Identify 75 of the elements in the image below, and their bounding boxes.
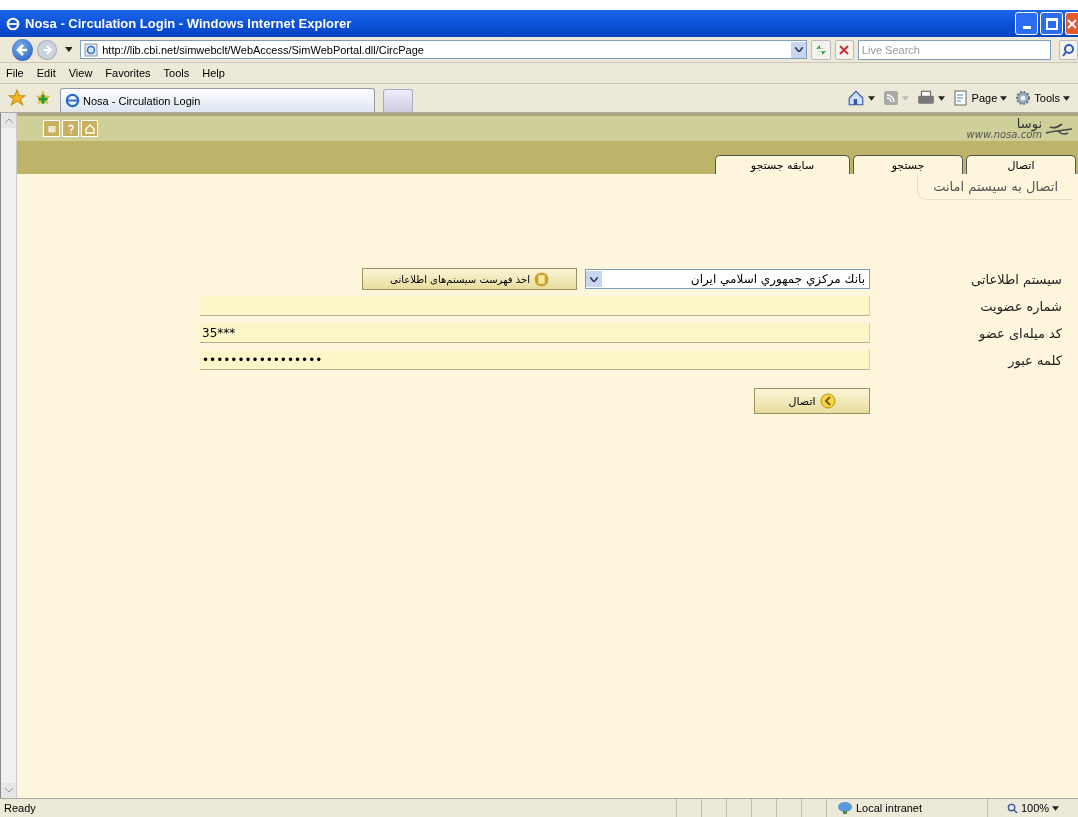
address-field[interactable]: http://lib.cbi.net/simwebclt/WebAccess/SimWebPortal.dll/CircPage <box>80 40 808 59</box>
close-button[interactable] <box>1065 12 1078 35</box>
browser-logo-icon <box>6 16 20 31</box>
magnifier-icon <box>1006 802 1018 814</box>
site-tab[interactable]: سابقه جستجو <box>715 155 850 174</box>
intranet-icon <box>837 801 853 815</box>
field-label: شماره عضویت <box>979 298 1062 314</box>
caret-icon <box>937 95 945 101</box>
star-icon[interactable] <box>8 89 26 107</box>
zone-text: Local intranet <box>856 802 923 814</box>
document-icon <box>952 90 969 106</box>
search-icon <box>1061 42 1076 57</box>
forward-button[interactable] <box>37 39 57 60</box>
help-icon[interactable] <box>62 120 79 137</box>
arrow-left-icon <box>819 393 836 409</box>
tools-menu[interactable]: Tools <box>1015 90 1070 106</box>
status-text: Ready <box>3 802 37 814</box>
menu-item[interactable]: Tools <box>163 67 190 79</box>
search-field[interactable]: Live Search <box>857 39 1051 60</box>
browser-tab[interactable]: Nosa - Circulation Login <box>60 88 375 112</box>
menu-item[interactable]: View <box>68 67 93 79</box>
dropdown-button[interactable] <box>791 41 807 58</box>
logo-url: www.nosa.com <box>966 130 1042 140</box>
zoom-button[interactable]: 100% <box>987 799 1078 817</box>
add-favorite-icon[interactable] <box>34 89 52 107</box>
window-title: Nosa - Circulation Login - Windows Internet Explorer <box>25 16 353 31</box>
menu-item[interactable]: Help <box>202 67 225 79</box>
menu-item[interactable]: Edit <box>36 67 56 79</box>
connect-button[interactable]: اتصال <box>754 388 870 414</box>
chevron-down-icon <box>590 276 598 282</box>
print-button[interactable] <box>916 89 945 107</box>
page-title: اتصال به سیستم امانت <box>917 174 1073 200</box>
caret-icon <box>1052 805 1060 811</box>
house-icon <box>846 89 865 107</box>
home-icon[interactable] <box>81 120 98 137</box>
caret-icon[interactable] <box>64 47 73 52</box>
select-field[interactable]: بانك مركزي جمهوري اسلامي ايران <box>585 269 870 289</box>
keyboard-icon[interactable] <box>43 120 60 137</box>
menu-item[interactable]: File <box>6 67 24 79</box>
close-icon <box>838 43 851 56</box>
new-tab-button[interactable] <box>383 89 413 112</box>
caret-icon <box>867 95 875 101</box>
page-menu[interactable]: Page <box>952 90 1008 106</box>
gear-icon <box>1015 90 1032 106</box>
field-label: کلمه عبور <box>1006 352 1062 368</box>
page-icon <box>84 42 99 57</box>
field-label: کد میله‌ای عضو <box>977 325 1062 341</box>
scrollbar[interactable] <box>1 113 17 798</box>
chevron-up-icon[interactable] <box>4 118 13 123</box>
search-button[interactable] <box>1058 39 1078 60</box>
home-button[interactable] <box>846 89 875 107</box>
feed-button[interactable] <box>882 90 909 106</box>
minimize-button[interactable] <box>1015 12 1038 35</box>
input-field[interactable] <box>200 296 870 316</box>
menu-item[interactable]: Favorites <box>105 67 151 79</box>
dropdown-button[interactable] <box>586 271 602 287</box>
feed-icon <box>882 90 899 106</box>
fetch-list-button[interactable]: اخذ فهرست سیستم‌های اطلاعاتی <box>362 268 577 290</box>
stop-button[interactable] <box>834 39 854 60</box>
site-tab[interactable]: جستجو <box>853 155 963 174</box>
chevron-down-icon <box>794 47 803 52</box>
site-tab[interactable]: اتصال <box>966 155 1076 174</box>
chevron-down-icon[interactable] <box>4 788 13 793</box>
field-label: سیستم اطلاعاتی <box>970 271 1062 287</box>
input-field[interactable]: ••••••••••••••••• <box>200 350 870 370</box>
back-button[interactable] <box>12 38 34 61</box>
restore-button[interactable] <box>1040 12 1063 35</box>
caret-icon <box>901 95 909 101</box>
printer-icon <box>916 89 935 107</box>
caret-icon <box>1000 95 1008 101</box>
browser-logo-icon <box>65 93 80 108</box>
calligraphy-logo-icon <box>1044 120 1074 137</box>
close-icon <box>1067 18 1077 29</box>
caret-icon <box>1063 95 1070 101</box>
input-field[interactable]: 35*** <box>200 323 870 343</box>
